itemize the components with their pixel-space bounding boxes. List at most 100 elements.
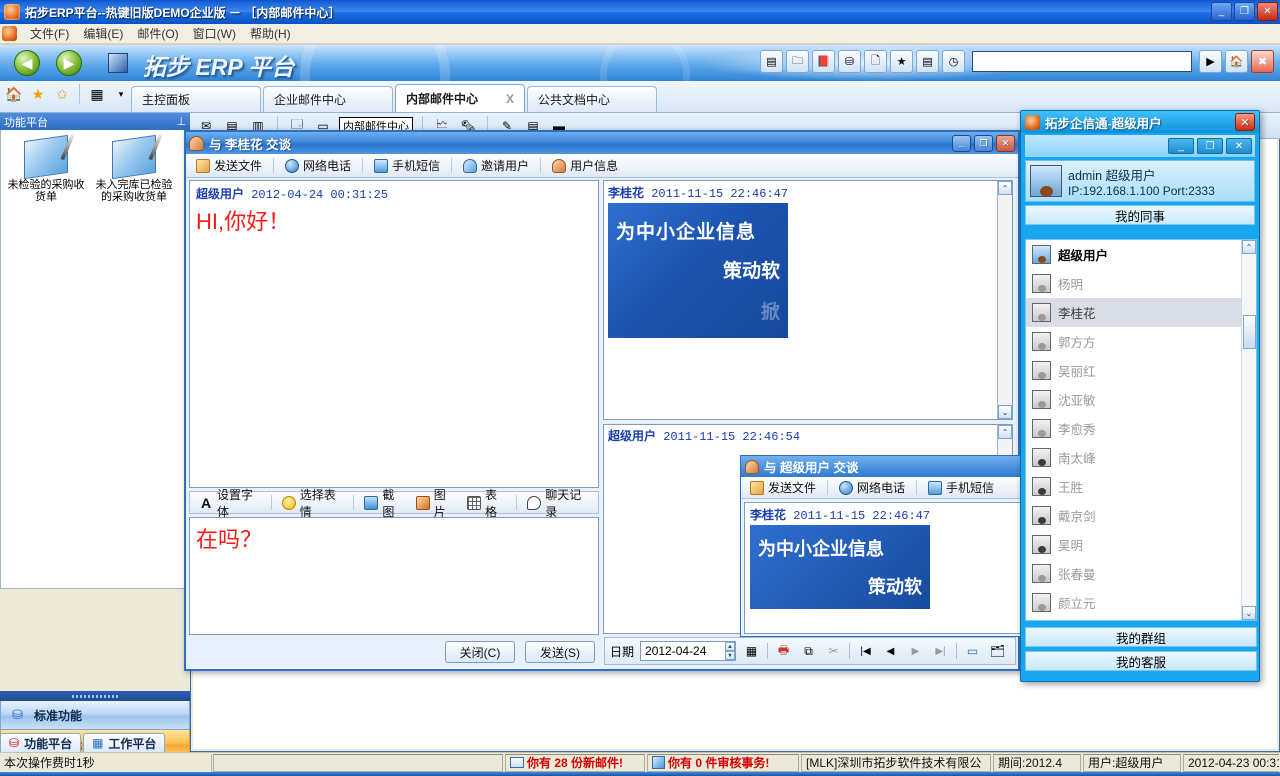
chat-scrollbar[interactable]: ⌃ ⌄ bbox=[997, 181, 1012, 419]
back-button[interactable]: ◀ bbox=[14, 50, 40, 76]
favorite-icon[interactable]: ★ bbox=[28, 84, 48, 104]
tab-function-platform[interactable]: ⛁ 功能平台 bbox=[0, 733, 82, 752]
list-item[interactable]: 吴明 bbox=[1026, 530, 1256, 559]
scroll-up-icon[interactable]: ⌃ bbox=[1242, 240, 1256, 254]
date-stepper[interactable]: ▲ ▼ bbox=[721, 642, 736, 660]
maximize-button[interactable]: ❐ bbox=[974, 134, 993, 152]
close-chat-button[interactable]: 关闭(C) bbox=[445, 641, 515, 663]
minimize-button[interactable]: _ bbox=[1168, 138, 1194, 154]
scroll-down-icon[interactable]: ⌄ bbox=[998, 405, 1012, 419]
table-button[interactable]: 表格 bbox=[463, 485, 510, 521]
screenshot-button[interactable]: 截图 bbox=[360, 485, 407, 521]
list-item[interactable]: 李桂花 bbox=[1026, 298, 1256, 327]
contact-card-icon[interactable]: ▤ bbox=[916, 50, 939, 73]
home-icon[interactable]: 🏠 bbox=[4, 84, 24, 104]
set-font-button[interactable]: A 设置字体 bbox=[195, 485, 265, 521]
buddy-list-scrollbar[interactable]: ⌃ ⌄ bbox=[1241, 240, 1256, 620]
clear-icon[interactable]: ✂ bbox=[824, 642, 843, 661]
next-record-icon[interactable]: ▶ bbox=[906, 642, 925, 661]
stop-icon[interactable]: ✖ bbox=[1251, 50, 1274, 73]
list-item[interactable]: 张春曼 bbox=[1026, 559, 1256, 588]
date-input[interactable]: 2012-04-24 ▲ ▼ bbox=[640, 641, 737, 661]
window-icon[interactable]: ▭ bbox=[963, 642, 982, 661]
close-button[interactable]: ✕ bbox=[1235, 113, 1255, 131]
chat-history-view-right[interactable]: 李桂花 2011-11-15 22:46:47 为中小企业信息 策动软 掀 ⌃ … bbox=[603, 180, 1013, 420]
close-button[interactable]: ✕ bbox=[996, 134, 1015, 152]
menu-item-window[interactable]: 窗口(W) bbox=[186, 23, 243, 44]
list-item[interactable]: 超级用户 bbox=[1026, 240, 1256, 269]
tab-close-icon[interactable]: X bbox=[488, 92, 514, 106]
send-file-button[interactable]: 发送文件 bbox=[746, 478, 820, 497]
menu-item-mail[interactable]: 邮件(O) bbox=[130, 23, 185, 44]
menu-item-file[interactable]: 文件(F) bbox=[23, 23, 76, 44]
chevron-down-icon[interactable]: ▾ bbox=[111, 84, 131, 104]
minimize-button[interactable]: _ bbox=[1211, 2, 1232, 21]
status-new-mail[interactable]: 你有 28 份新邮件! bbox=[505, 753, 645, 772]
spin-down-icon[interactable]: ▼ bbox=[725, 651, 736, 660]
clock-icon[interactable]: ◷ bbox=[942, 50, 965, 73]
user-info-button[interactable]: 用户信息 bbox=[548, 156, 622, 175]
list-item[interactable]: 沈亚敏 bbox=[1026, 385, 1256, 414]
chat-history-button[interactable]: 聊天记录 bbox=[523, 485, 593, 521]
sidebar-item-standard-functions[interactable]: ⛁ 标准功能 bbox=[0, 701, 190, 730]
grid-icon[interactable]: ▤ bbox=[760, 50, 783, 73]
tab-work-platform[interactable]: ▦ 工作平台 bbox=[83, 733, 166, 752]
scroll-down-icon[interactable]: ⌄ bbox=[1242, 606, 1256, 620]
favorite-star-icon[interactable]: ★ bbox=[890, 50, 913, 73]
list-item[interactable]: 杨明 bbox=[1026, 269, 1256, 298]
net-phone-button[interactable]: 网络电话 bbox=[281, 156, 355, 175]
add-favorite-icon[interactable]: ✩ bbox=[52, 84, 72, 104]
invite-user-button[interactable]: 邀请用户 bbox=[459, 156, 533, 175]
my-service-button[interactable]: 我的客服 bbox=[1025, 651, 1257, 671]
list-item[interactable]: 李愈秀 bbox=[1026, 414, 1256, 443]
prev-record-icon[interactable]: ◀ bbox=[881, 642, 900, 661]
tab-main-panel[interactable]: 主控面板 bbox=[131, 86, 261, 112]
status-audit[interactable]: 你有 0 件审核事务! bbox=[647, 753, 799, 772]
folder-icon[interactable]: 🗀 bbox=[786, 50, 809, 73]
tree-icon[interactable]: 🗂 bbox=[988, 642, 1007, 661]
spin-up-icon[interactable]: ▲ bbox=[725, 642, 736, 651]
nav-grip[interactable] bbox=[0, 691, 190, 701]
im-group-header[interactable]: 我的同事 bbox=[1025, 205, 1255, 225]
scroll-up-icon[interactable]: ⌃ bbox=[998, 181, 1012, 195]
send-message-button[interactable]: 发送(S) bbox=[525, 641, 595, 663]
list-item[interactable]: 南太峰 bbox=[1026, 443, 1256, 472]
close-button[interactable]: ✕ bbox=[1257, 2, 1278, 21]
pin-icon[interactable]: ⊥ bbox=[176, 115, 186, 128]
menu-item-edit[interactable]: 编辑(E) bbox=[76, 23, 130, 44]
minimize-button[interactable]: _ bbox=[952, 134, 971, 152]
tab-enterprise-mail[interactable]: 企业邮件中心 bbox=[263, 86, 393, 112]
list-item[interactable]: 王胜 bbox=[1026, 472, 1256, 501]
picture-button[interactable]: 图片 bbox=[412, 485, 459, 521]
list-item[interactable]: 颜立元 bbox=[1026, 588, 1256, 617]
tile-icon[interactable]: ▦ bbox=[87, 84, 107, 104]
book-icon[interactable]: 📕 bbox=[812, 50, 835, 73]
list-item[interactable]: 戴京剑 bbox=[1026, 501, 1256, 530]
maximize-button[interactable]: ❐ bbox=[1197, 138, 1223, 154]
list-item[interactable]: 吴丽红 bbox=[1026, 356, 1256, 385]
sms-button[interactable]: 手机短信 bbox=[370, 156, 444, 175]
im-buddy-list[interactable]: 超级用户 杨明 李桂花 郭方方 吴丽红 沈亚敏 李愈秀 南太峰 王胜 戴京剑 吴… bbox=[1025, 239, 1257, 621]
net-phone-button[interactable]: 网络电话 bbox=[835, 478, 909, 497]
scroll-up-icon[interactable]: ⌃ bbox=[998, 425, 1012, 439]
send-file-button[interactable]: 发送文件 bbox=[192, 156, 266, 175]
forward-button[interactable]: ▶ bbox=[56, 50, 82, 76]
restore-button[interactable]: ❐ bbox=[1234, 2, 1255, 21]
scroll-thumb[interactable] bbox=[1243, 315, 1256, 349]
last-record-icon[interactable]: ▶| bbox=[931, 642, 950, 661]
menu-item-help[interactable]: 帮助(H) bbox=[243, 23, 298, 44]
calendar-icon[interactable]: ▦ bbox=[742, 642, 761, 661]
emoji-button[interactable]: 选择表情 bbox=[278, 485, 348, 521]
close-button-inner[interactable]: ✕ bbox=[1226, 138, 1252, 154]
my-groups-button[interactable]: 我的群组 bbox=[1025, 627, 1257, 647]
shortcut-item[interactable]: 未检验的采购收货单 bbox=[5, 134, 87, 203]
tab-public-docs[interactable]: 公共文档中心 bbox=[527, 86, 657, 112]
first-record-icon[interactable]: |◀ bbox=[856, 642, 875, 661]
sms-button[interactable]: 手机短信 bbox=[924, 478, 998, 497]
add-report-icon[interactable]: 🗋 bbox=[864, 50, 887, 73]
copy-icon[interactable]: ⧉ bbox=[799, 642, 818, 661]
home-icon[interactable]: 🏠 bbox=[1225, 50, 1248, 73]
message-input[interactable]: 在吗？ bbox=[189, 517, 599, 635]
chat-history-view[interactable]: 超级用户 2012-04-24 00:31:25 HI,你好！ bbox=[189, 180, 599, 488]
tab-internal-mail[interactable]: 内部邮件中心 X bbox=[395, 84, 525, 112]
